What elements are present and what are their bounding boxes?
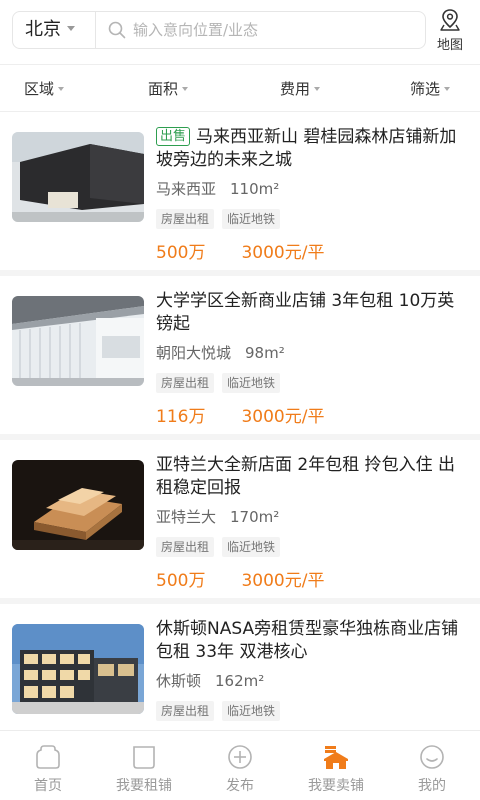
listing-location: 亚特兰大: [156, 508, 217, 526]
listing-price: 500万: [156, 243, 206, 263]
tab-sell-shop[interactable]: 我要卖铺: [288, 731, 384, 800]
tag: 房屋出租: [156, 373, 215, 393]
filter-label: 筛选: [410, 80, 441, 98]
bottom-tab-bar: 首页 我要租铺 发布 我要卖铺 我的: [0, 730, 480, 800]
listing-photo: [12, 460, 144, 550]
tag: 临近地铁: [222, 701, 281, 721]
listing-item[interactable]: 出售 马来西亚新山 碧桂园森林店铺新加坡旁边的未来之城 马来西亚 110m² 房屋出…: [0, 112, 480, 276]
listing-unit-price: 3000元/平: [241, 243, 325, 263]
listing-prices: 500万 3000元/平: [156, 238, 324, 263]
filter-region[interactable]: 区域: [24, 65, 65, 113]
chevron-down-icon: [182, 86, 189, 91]
filter-label: 面积: [148, 80, 179, 98]
listing-photo: [12, 624, 144, 714]
tab-rent-shop[interactable]: 我要租铺: [96, 731, 192, 800]
listing-prices: 500万 3000元/平: [156, 566, 324, 591]
search-divider: [95, 12, 96, 48]
city-label: 北京: [25, 19, 61, 40]
listing-unit-price: 3000元/平: [241, 407, 325, 427]
listing-meta: 马来西亚 110m²: [156, 178, 279, 199]
filter-cost[interactable]: 费用: [280, 65, 321, 113]
listing-location: 朝阳大悦城: [156, 344, 232, 362]
filter-label: 区域: [24, 80, 55, 98]
chevron-down-icon: [58, 86, 65, 91]
listing-area: 110m²: [230, 180, 280, 198]
profile-icon: [420, 745, 444, 769]
tab-label: 我要卖铺: [308, 778, 364, 794]
sale-badge: 出售: [156, 127, 191, 146]
tag: 临近地铁: [222, 537, 281, 557]
home-icon: [36, 745, 60, 769]
tab-label: 首页: [34, 778, 62, 794]
tab-label: 发布: [226, 778, 254, 794]
listing-unit-price: 3000元/平: [241, 571, 325, 591]
map-label: 地图: [436, 38, 463, 53]
chevron-down-icon: [314, 86, 321, 91]
tag: 临近地铁: [222, 373, 281, 393]
listing-location: 休斯顿: [156, 672, 202, 690]
tab-profile[interactable]: 我的: [384, 731, 480, 800]
chevron-down-icon: [67, 25, 75, 31]
listing-tags: 房屋出租 临近地铁: [156, 700, 288, 721]
listing-area: 98m²: [245, 344, 285, 362]
search-input[interactable]: 输入意向位置/业态: [133, 12, 258, 48]
tag: 房屋出租: [156, 537, 215, 557]
listing-price: 116万: [156, 407, 206, 427]
listing-meta: 亚特兰大 170m²: [156, 506, 279, 527]
listing-title: 出售 马来西亚新山 碧桂园森林店铺新加坡旁边的未来之城: [156, 126, 466, 172]
chevron-down-icon: [444, 86, 451, 91]
filter-area[interactable]: 面积: [148, 65, 189, 113]
filter-bar: 区域 面积 费用 筛选: [0, 64, 480, 112]
listing-prices: 116万 3000元/平: [156, 402, 324, 427]
tab-label: 我要租铺: [116, 778, 172, 794]
listing-title: 大学学区全新商业店铺 3年包租 10万英镑起: [156, 291, 455, 334]
listing-photo: [12, 296, 144, 386]
filter-more[interactable]: 筛选: [410, 65, 451, 113]
tag: 房屋出租: [156, 209, 215, 229]
tab-label: 我的: [418, 778, 446, 794]
top-bar: 北京 输入意向位置/业态 地图: [0, 0, 480, 64]
tag: 临近地铁: [222, 209, 281, 229]
shop-icon: [133, 746, 155, 769]
listing-title: 亚特兰大全新店面 2年包租 拎包入住 出租稳定回报: [156, 455, 456, 498]
listing-location: 马来西亚: [156, 180, 217, 198]
listing-meta: 朝阳大悦城 98m²: [156, 342, 285, 363]
tab-publish[interactable]: 发布: [192, 731, 288, 800]
listing-meta: 休斯顿 162m²: [156, 670, 264, 691]
listing-price: 500万: [156, 571, 206, 591]
listing-title: 休斯顿NASA旁租赁型豪华独栋商业店铺包租 33年 双港核心: [156, 619, 459, 662]
search-icon: [108, 21, 126, 39]
plus-icon: [228, 745, 252, 769]
listing-area: 170m²: [230, 508, 280, 526]
listing-tags: 房屋出租 临近地铁: [156, 372, 288, 393]
listing-item[interactable]: 大学学区全新商业店铺 3年包租 10万英镑起 朝阳大悦城 98m² 房屋出租 临近地…: [0, 276, 480, 440]
listing-tags: 房屋出租 临近地铁: [156, 208, 288, 229]
tag: 房屋出租: [156, 701, 215, 721]
map-button[interactable]: 地图: [432, 8, 468, 54]
tab-home[interactable]: 首页: [0, 731, 96, 800]
listing-tags: 房屋出租 临近地铁: [156, 536, 288, 557]
search-box[interactable]: 北京 输入意向位置/业态: [12, 11, 426, 49]
sell-shop-icon: [324, 746, 348, 769]
filter-label: 费用: [280, 80, 311, 98]
listing-item[interactable]: 亚特兰大全新店面 2年包租 拎包入住 出租稳定回报 亚特兰大 170m² 房屋出租…: [0, 440, 480, 604]
listing-title-text: 马来西亚新山 碧桂园森林店铺新加坡旁边的未来之城: [156, 127, 457, 170]
map-pin-icon: [440, 9, 460, 31]
city-selector[interactable]: 北京: [25, 12, 75, 48]
listing-area: 162m²: [215, 672, 265, 690]
listing-photo: [12, 132, 144, 222]
